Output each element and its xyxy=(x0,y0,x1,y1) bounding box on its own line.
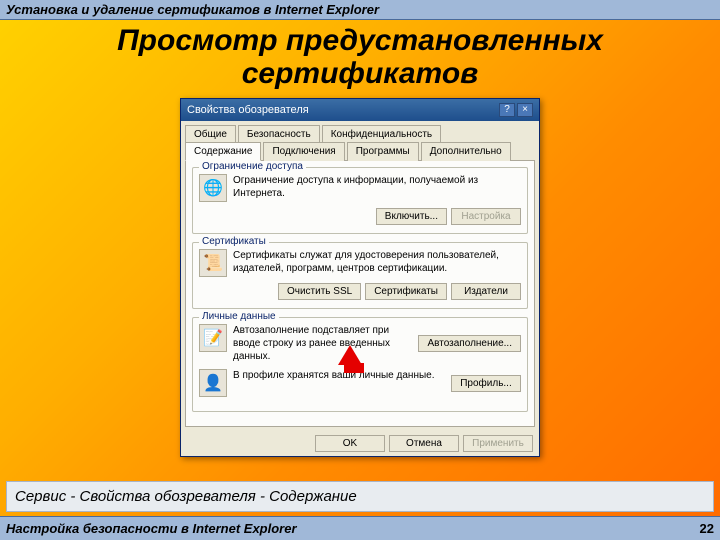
page-number: 22 xyxy=(700,521,714,536)
group-access-title: Ограничение доступа xyxy=(199,161,306,172)
help-button[interactable]: ? xyxy=(499,103,515,117)
globe-icon: 🌐 xyxy=(199,174,227,202)
group-certs: Сертификаты 📜 Сертификаты служат для удо… xyxy=(192,242,528,309)
group-personal-title: Личные данные xyxy=(199,311,279,322)
group-personal: Личные данные 📝 Автозаполнение подставля… xyxy=(192,317,528,412)
settings-button[interactable]: Настройка xyxy=(451,208,521,225)
clear-ssl-button[interactable]: Очистить SSL xyxy=(278,283,361,300)
certificate-icon: 📜 xyxy=(199,249,227,277)
autofill-icon: 📝 xyxy=(199,324,227,352)
nav-path: Сервис - Свойства обозревателя - Содержа… xyxy=(6,481,714,512)
certificates-button[interactable]: Сертификаты xyxy=(365,283,447,300)
autofill-button[interactable]: Автозаполнение... xyxy=(418,335,521,352)
tab-connections[interactable]: Подключения xyxy=(263,142,344,161)
publishers-button[interactable]: Издатели xyxy=(451,283,521,300)
breadcrumb: Установка и удаление сертификатов в Inte… xyxy=(0,0,720,20)
tab-security[interactable]: Безопасность xyxy=(238,125,320,143)
autofill-desc: Автозаполнение подставляет при вводе стр… xyxy=(233,324,412,363)
group-access: Ограничение доступа 🌐 Ограничение доступ… xyxy=(192,167,528,234)
tab-content[interactable]: Содержание xyxy=(185,142,261,161)
slide-title: Просмотр предустановленных сертификатов xyxy=(0,20,720,98)
profile-desc: В профиле хранятся ваши личные данные. xyxy=(233,369,445,382)
certs-desc: Сертификаты служат для удостоверения пол… xyxy=(233,249,521,275)
cancel-button[interactable]: Отмена xyxy=(389,435,459,452)
access-desc: Ограничение доступа к информации, получа… xyxy=(233,174,521,200)
apply-button[interactable]: Применить xyxy=(463,435,533,452)
dialog-window: Свойства обозревателя ? × Общие Безопасн… xyxy=(180,98,540,457)
close-button[interactable]: × xyxy=(517,103,533,117)
tab-privacy[interactable]: Конфиденциальность xyxy=(322,125,441,143)
window-controls: ? × xyxy=(499,103,533,117)
window-title: Свойства обозревателя xyxy=(187,104,309,116)
footer: Настройка безопасности в Internet Explor… xyxy=(0,516,720,540)
tab-programs[interactable]: Программы xyxy=(347,142,419,161)
tab-body: Ограничение доступа 🌐 Ограничение доступ… xyxy=(185,160,535,427)
ok-button[interactable]: OK xyxy=(315,435,385,452)
profile-icon: 👤 xyxy=(199,369,227,397)
group-certs-title: Сертификаты xyxy=(199,236,269,247)
titlebar: Свойства обозревателя ? × xyxy=(181,99,539,121)
profile-button[interactable]: Профиль... xyxy=(451,375,521,392)
tab-general[interactable]: Общие xyxy=(185,125,236,143)
enable-button[interactable]: Включить... xyxy=(376,208,447,225)
footer-label: Настройка безопасности в Internet Explor… xyxy=(6,521,297,536)
dialog-buttons: OK Отмена Применить xyxy=(181,431,539,456)
tab-advanced[interactable]: Дополнительно xyxy=(421,142,511,161)
tab-strip: Общие Безопасность Конфиденциальность Со… xyxy=(181,121,539,160)
